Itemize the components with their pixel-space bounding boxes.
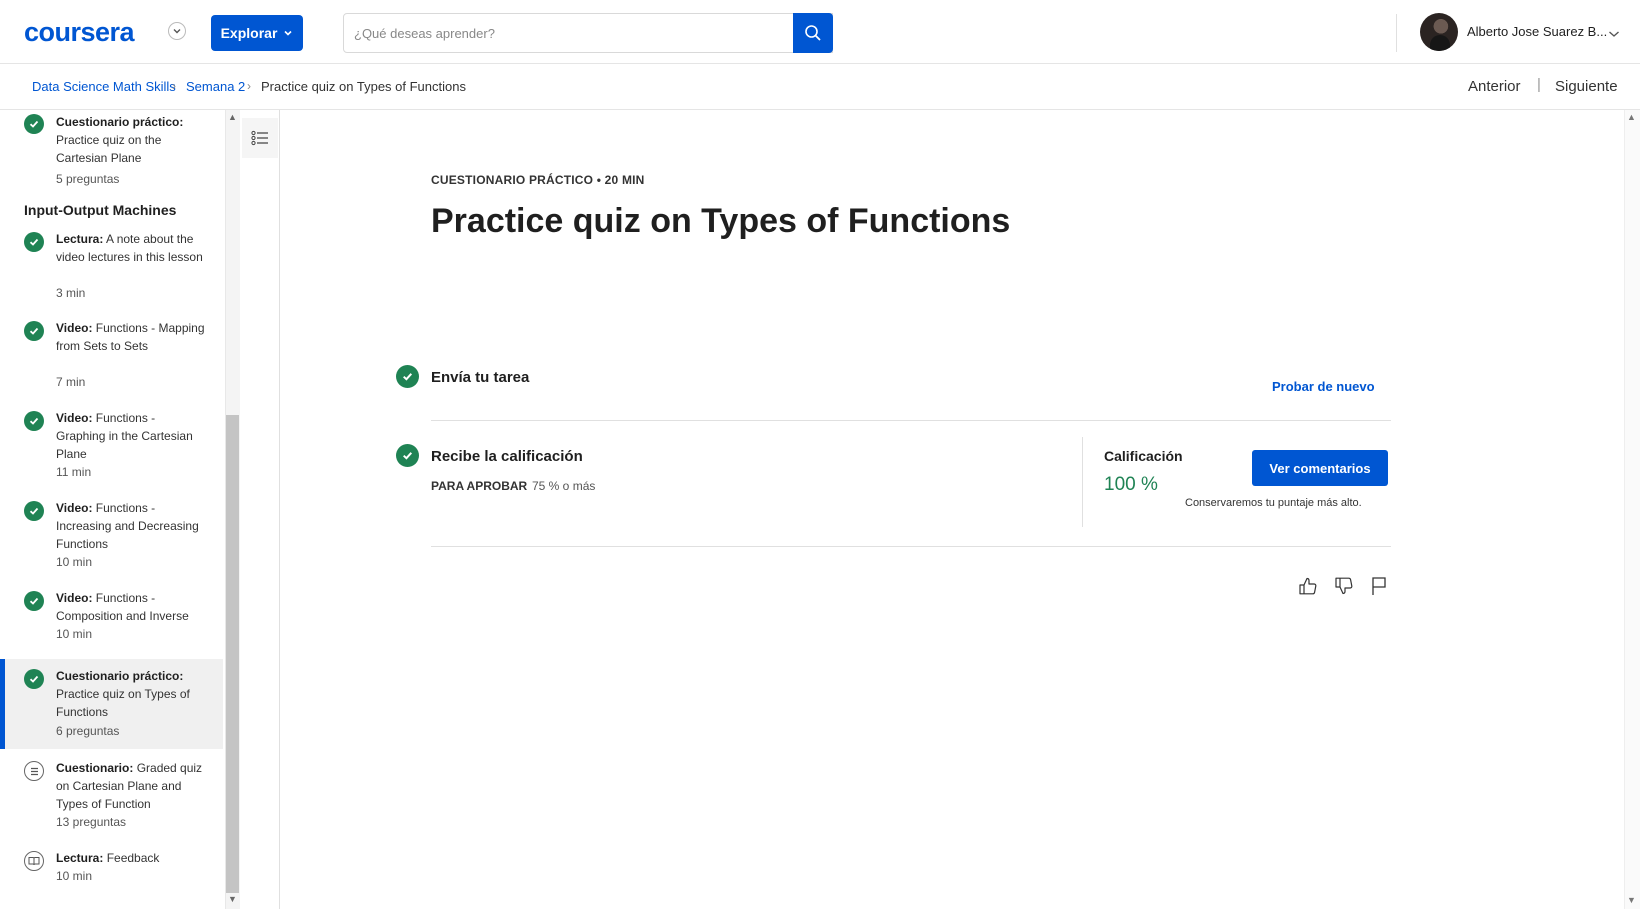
check-circle-icon bbox=[24, 669, 44, 689]
keep-highest-note: Conservaremos tu puntaje más alto. bbox=[1185, 497, 1362, 509]
pass-value: 75 % o más bbox=[532, 479, 596, 493]
scroll-down-arrow-icon[interactable]: ▼ bbox=[228, 894, 237, 904]
quiz-icon bbox=[24, 761, 44, 781]
sidebar-item[interactable]: Cuestionario: Graded quiz on Cartesian P… bbox=[0, 759, 223, 839]
sidebar-item[interactable]: Video: Functions - Graphing in the Carte… bbox=[0, 409, 223, 489]
sidebar-item-label: Lectura: Feedback bbox=[56, 851, 160, 865]
breadcrumb-course[interactable]: Data Science Math Skills bbox=[32, 79, 176, 94]
search-icon bbox=[805, 25, 821, 41]
top-header: coursera Explorar ¿Qué deseas aprender? … bbox=[0, 0, 1640, 64]
sidebar-item-label: Cuestionario práctico: Practice quiz on … bbox=[56, 669, 190, 719]
grade-label: Calificación bbox=[1104, 448, 1183, 464]
sidebar-item-meta: 13 preguntas bbox=[56, 815, 127, 829]
retry-link[interactable]: Probar de nuevo bbox=[1272, 379, 1375, 394]
sidebar-item-meta: 5 preguntas bbox=[56, 172, 120, 186]
chevron-right-icon: › bbox=[172, 79, 176, 93]
next-link[interactable]: Siguiente bbox=[1555, 78, 1618, 95]
sidebar-scroll-thumb[interactable] bbox=[226, 415, 239, 893]
chevron-down-icon[interactable] bbox=[1608, 26, 1620, 44]
check-circle-icon bbox=[24, 114, 44, 134]
sidebar-item-meta: 10 min bbox=[56, 627, 93, 641]
sidebar-item[interactable]: Video: Functions - Mapping from Sets to … bbox=[0, 319, 223, 399]
sidebar-item-meta: 3 min bbox=[56, 286, 86, 300]
chevron-down-icon[interactable] bbox=[168, 22, 186, 40]
sidebar-item[interactable]: Video: Functions - Composition and Inver… bbox=[0, 589, 223, 651]
scroll-up-arrow-icon[interactable]: ▲ bbox=[1627, 112, 1636, 122]
breadcrumb-week[interactable]: Semana 2 bbox=[186, 79, 245, 94]
page-scrollbar[interactable] bbox=[1624, 110, 1640, 909]
check-circle-icon bbox=[24, 591, 44, 611]
book-icon bbox=[24, 851, 44, 871]
search-button[interactable] bbox=[793, 13, 833, 53]
sidebar-item[interactable]: Lectura: Feedback 10 min bbox=[0, 849, 223, 909]
submit-step-title: Envía tu tarea bbox=[431, 369, 530, 386]
sidebar-item[interactable]: Lectura: A note about the video lectures… bbox=[0, 230, 223, 310]
toc-column bbox=[240, 110, 280, 909]
sidebar-item-meta: 10 min bbox=[56, 555, 93, 569]
thumbs-down-icon[interactable] bbox=[1332, 574, 1356, 598]
check-circle-icon bbox=[24, 232, 44, 252]
check-circle-icon bbox=[24, 411, 44, 431]
sidebar-item-label: Cuestionario práctico: Practice quiz on … bbox=[56, 115, 184, 165]
view-feedback-button[interactable]: Ver comentarios bbox=[1252, 450, 1388, 486]
breadcrumb: Data Science Math Skills › Semana 2 › Pr… bbox=[0, 64, 1640, 110]
sidebar-item-meta: 11 min bbox=[56, 465, 92, 479]
sidebar-item[interactable]: Video: Functions - Increasing and Decrea… bbox=[0, 499, 223, 579]
sidebar-item[interactable]: Cuestionario práctico: Practice quiz on … bbox=[0, 110, 223, 190]
sidebar-item-label: Video: Functions - Graphing in the Carte… bbox=[56, 411, 193, 461]
sidebar-item-meta: 10 min bbox=[56, 869, 93, 883]
chevron-right-icon: › bbox=[247, 79, 251, 93]
grade-step-title: Recibe la calificación bbox=[431, 448, 583, 465]
grade-value: 100 % bbox=[1104, 474, 1158, 495]
sidebar-item-label: Video: Functions - Composition and Inver… bbox=[56, 591, 189, 623]
scroll-down-arrow-icon[interactable]: ▼ bbox=[1627, 895, 1636, 905]
grade-divider bbox=[1082, 437, 1083, 527]
divider bbox=[431, 546, 1391, 547]
user-name[interactable]: Alberto Jose Suarez B... bbox=[1467, 24, 1607, 39]
explore-button[interactable]: Explorar bbox=[211, 15, 303, 51]
search-input[interactable]: ¿Qué deseas aprender? bbox=[343, 13, 833, 53]
coursera-logo[interactable]: coursera bbox=[24, 17, 135, 48]
flag-icon[interactable] bbox=[1367, 574, 1391, 598]
toc-toggle-button[interactable] bbox=[242, 118, 278, 158]
sidebar-item-meta: 7 min bbox=[56, 375, 86, 389]
list-icon bbox=[251, 130, 268, 146]
check-circle-icon bbox=[24, 321, 44, 341]
sidebar-section-title: Input-Output Machines bbox=[24, 202, 177, 218]
sidebar-item-label: Video: Functions - Mapping from Sets to … bbox=[56, 321, 205, 353]
sidebar-item-label: Video: Functions - Increasing and Decrea… bbox=[56, 501, 199, 551]
sidebar-item-label: Lectura: A note about the video lectures… bbox=[56, 232, 203, 264]
previous-link[interactable]: Anterior bbox=[1468, 78, 1521, 95]
nav-separator: | bbox=[1537, 76, 1541, 93]
check-circle-icon bbox=[24, 501, 44, 521]
check-circle-icon bbox=[396, 365, 419, 388]
avatar[interactable] bbox=[1420, 13, 1458, 51]
breadcrumb-current: Practice quiz on Types of Functions bbox=[261, 79, 466, 94]
sidebar-item-active[interactable]: Cuestionario práctico: Practice quiz on … bbox=[0, 659, 223, 749]
header-divider bbox=[1396, 14, 1397, 52]
page-title: Practice quiz on Types of Functions bbox=[431, 202, 1011, 240]
explore-label: Explorar bbox=[220, 25, 278, 41]
scroll-up-arrow-icon[interactable]: ▲ bbox=[228, 112, 237, 122]
chevron-down-icon bbox=[284, 30, 292, 36]
divider bbox=[431, 420, 1391, 421]
sidebar-item-meta: 6 preguntas bbox=[56, 724, 120, 738]
course-sidebar: Cuestionario práctico: Practice quiz on … bbox=[0, 110, 225, 909]
sidebar-item-label: Cuestionario: Graded quiz on Cartesian P… bbox=[56, 761, 203, 811]
thumbs-up-icon[interactable] bbox=[1296, 574, 1320, 598]
item-kicker: CUESTIONARIO PRÁCTICO • 20 MIN bbox=[431, 173, 645, 187]
pass-label: PARA APROBAR bbox=[431, 479, 528, 493]
check-circle-icon bbox=[396, 444, 419, 467]
